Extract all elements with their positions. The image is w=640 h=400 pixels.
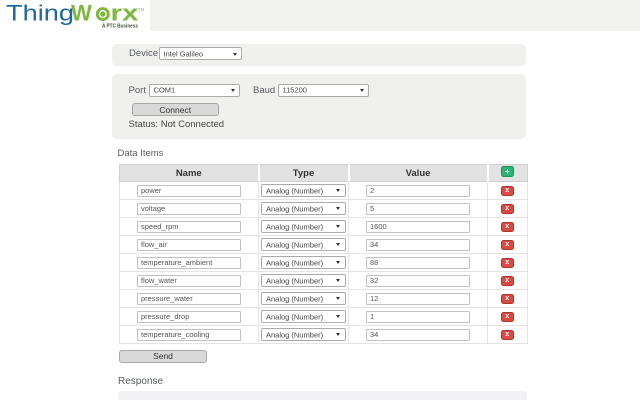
svg-text:rx: rx [111,1,140,26]
svg-text:A PTC Business: A PTC Business [102,23,138,29]
svg-text:Thing: Thing [6,1,74,26]
svg-text:W: W [71,1,92,26]
svg-text:TM: TM [138,7,145,12]
